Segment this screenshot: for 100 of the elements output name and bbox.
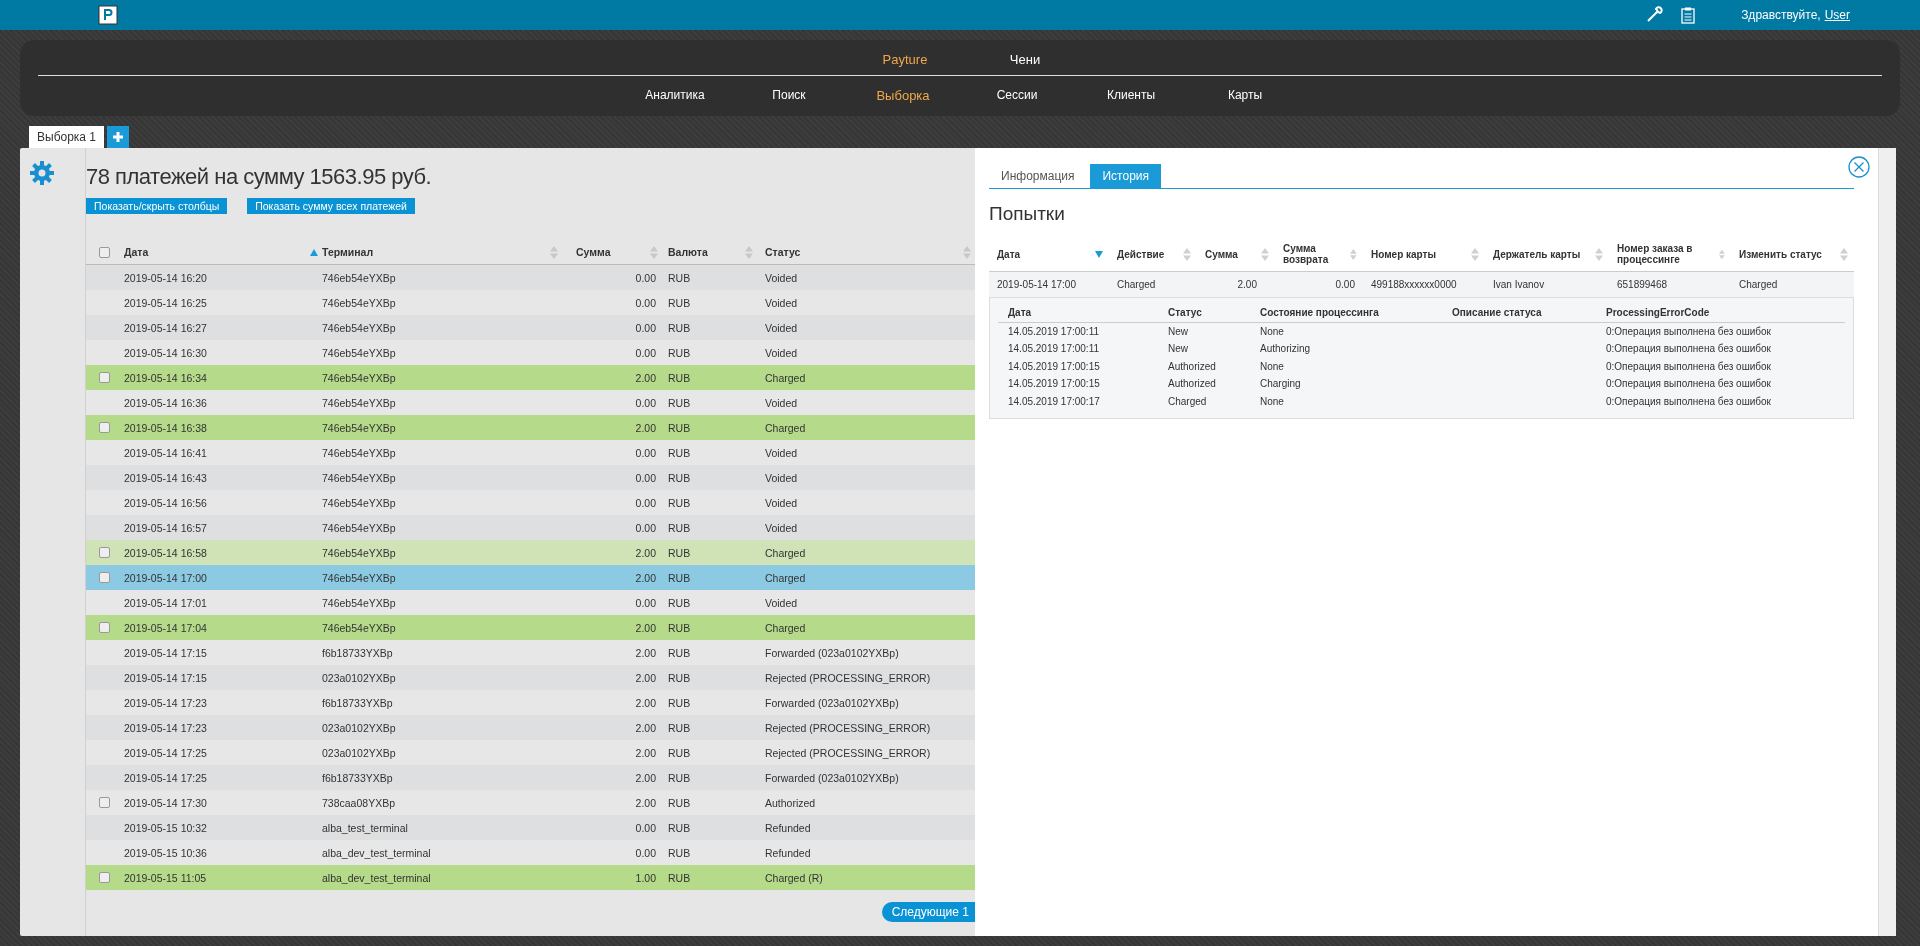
table-cell: 1.00 [635,871,656,884]
table-row[interactable]: 2019-05-14 16:38 746eb54eYXBp 2.00 RUB Charged [86,415,975,440]
scrollbar[interactable] [1878,148,1896,936]
sort-icon[interactable] [1719,247,1725,261]
table-row[interactable]: 2019-05-14 16:43 746eb54eYXBp 0.00 RUB Voided [86,465,975,490]
sort-icon[interactable] [550,245,558,259]
column-header[interactable]: Статус [765,246,801,258]
table-cell: 746eb54eYXBp [322,371,396,384]
sort-icon[interactable] [1471,247,1479,261]
nav-tab[interactable]: Чени [995,52,1055,67]
sort-icon[interactable] [1840,247,1848,261]
sort-icon[interactable] [1261,247,1269,261]
sort-icon[interactable] [1350,247,1357,261]
table-cell: 2019-05-15 10:36 [124,846,207,859]
user-link[interactable]: User [1824,8,1850,22]
table-row[interactable]: 2019-05-14 16:58 746eb54eYXBp 2.00 RUB Charged [86,540,975,565]
checkbox[interactable] [98,622,110,633]
table-cell: 0:Операция выполнена без ошибок [1606,378,1771,390]
checkbox[interactable] [98,246,110,258]
nav-link[interactable]: Карты [1188,88,1302,102]
table-cell: RUB [668,796,691,809]
table-cell: 023a0102YXBp [322,671,396,684]
table-cell: Forwarded (023a0102YXBp) [765,696,899,709]
table-cell: 746eb54eYXBp [322,621,396,634]
column-header[interactable]: Держатель карты [1493,248,1581,260]
sort-icon[interactable] [1183,247,1191,261]
checkbox[interactable] [98,872,110,883]
table-cell: 499188xxxxxx0000 [1371,279,1457,290]
table-row[interactable]: 2019-05-14 16:27 746eb54eYXBp 0.00 RUB Voided [86,315,975,340]
table-row[interactable]: 2019-05-14 17:23 023a0102YXBp 2.00 RUB Rejected (PROCESSING_ERROR) [86,715,975,740]
table-cell: 2019-05-14 16:27 [124,321,207,334]
table-row[interactable]: 2019-05-15 11:05 alba_dev_test_terminal 1.00 RUB Charged (R) [86,865,975,890]
table-cell: RUB [668,446,691,459]
clipboard-icon[interactable] [1681,6,1696,24]
table-cell: 2019-05-14 16:57 [124,521,207,534]
table-cell: RUB [668,471,691,484]
column-header[interactable]: Номер заказа в процессинге [1617,243,1720,265]
table-cell: Charged [765,421,806,434]
table-row[interactable]: 2019-05-14 17:00 Charged 2.00 0.00 499188xxxxxx0000 Ivan Ivanov 651899468 Charged [989,272,1854,298]
nav-link[interactable]: Сессии [960,88,1074,102]
column-header[interactable]: Номер карты [1371,248,1437,260]
tab[interactable]: Выборка 1 [29,126,105,148]
sort-icon[interactable] [1595,247,1603,261]
table-cell: 0.00 [635,296,656,309]
table-cell: 2019-05-14 16:36 [124,396,207,409]
table-cell: 0.00 [635,821,656,834]
table-row[interactable]: 2019-05-14 16:20 746eb54eYXBp 0.00 RUB Voided [86,265,975,290]
table-row[interactable]: 2019-05-14 16:57 746eb54eYXBp 0.00 RUB Voided [86,515,975,540]
table-cell: RUB [668,571,691,584]
table-cell: RUB [668,296,691,309]
sort-arrow-icon[interactable] [310,248,318,256]
table-row[interactable]: 2019-05-14 17:25 f6b18733YXBp 2.00 RUB Forwarded (023a0102YXBp) [86,765,975,790]
tools-icon[interactable] [1645,6,1664,24]
nav-link[interactable]: Аналитика [618,88,732,102]
table-cell: 0:Операция выполнена без ошибок [1606,325,1771,337]
table-cell: RUB [668,871,691,884]
sort-arrow-icon[interactable] [1095,250,1103,258]
column-header: Состояние процессинга [1260,307,1379,319]
checkbox[interactable] [98,547,110,558]
table-row[interactable]: 2019-05-14 17:04 746eb54eYXBp 2.00 RUB Charged [86,615,975,640]
table-cell: New [1168,325,1188,337]
column-header[interactable]: Изменить статус [1739,248,1822,260]
checkbox[interactable] [98,797,110,808]
table-cell: 2019-05-14 16:25 [124,296,207,309]
nav-tab[interactable]: Payture [875,52,935,67]
tab[interactable]: Информация [989,164,1087,188]
table-row[interactable]: 2019-05-15 10:32 alba_test_terminal 0.00 RUB Refunded [86,815,975,840]
column-header[interactable]: Сумма [576,246,611,258]
table-cell: Charged [765,546,806,559]
column-header[interactable]: Дата [124,246,149,258]
checkbox[interactable] [98,372,110,383]
column-header[interactable]: Сумма возврата [1283,243,1351,265]
logo-icon[interactable] [98,5,118,25]
checkbox[interactable] [98,572,110,583]
close-icon[interactable] [1848,156,1870,178]
table-cell: 0.00 [635,321,656,334]
nav-link[interactable]: Клиенты [1074,88,1188,102]
nav-link[interactable]: Поиск [732,88,846,102]
table-cell: RUB [668,646,691,659]
column-header[interactable]: Дата [997,248,1021,260]
sort-icon[interactable] [650,245,658,259]
sort-icon[interactable] [963,245,971,259]
checkbox[interactable] [98,422,110,433]
sort-icon[interactable] [745,245,753,259]
table-cell: 2019-05-14 17:23 [124,721,207,734]
column-header[interactable]: Терминал [322,246,374,258]
column-header[interactable]: Валюта [668,246,708,258]
table-cell: 14.05.2019 17:00:15 [1008,378,1100,390]
settings-icon[interactable] [29,160,55,186]
table-cell: 2019-05-14 17:01 [124,596,207,609]
table-row[interactable]: 2019-05-14 17:00 746eb54eYXBp 2.00 RUB Charged [86,565,975,590]
table-row[interactable]: 2019-05-14 17:15 023a0102YXBp 2.00 RUB Rejected (PROCESSING_ERROR) [86,665,975,690]
column-header[interactable]: Сумма [1205,248,1238,260]
table-cell: 0.00 [635,846,656,859]
table-cell: 2.00 [635,671,656,684]
add-tab-button[interactable] [107,126,130,148]
column-header[interactable]: Действие [1117,248,1165,260]
table-cell: 738caa08YXBp [322,796,395,809]
nav-link[interactable]: Выборка [846,87,960,103]
table-row[interactable]: 2019-05-14 16:34 746eb54eYXBp 2.00 RUB Charged [86,365,975,390]
